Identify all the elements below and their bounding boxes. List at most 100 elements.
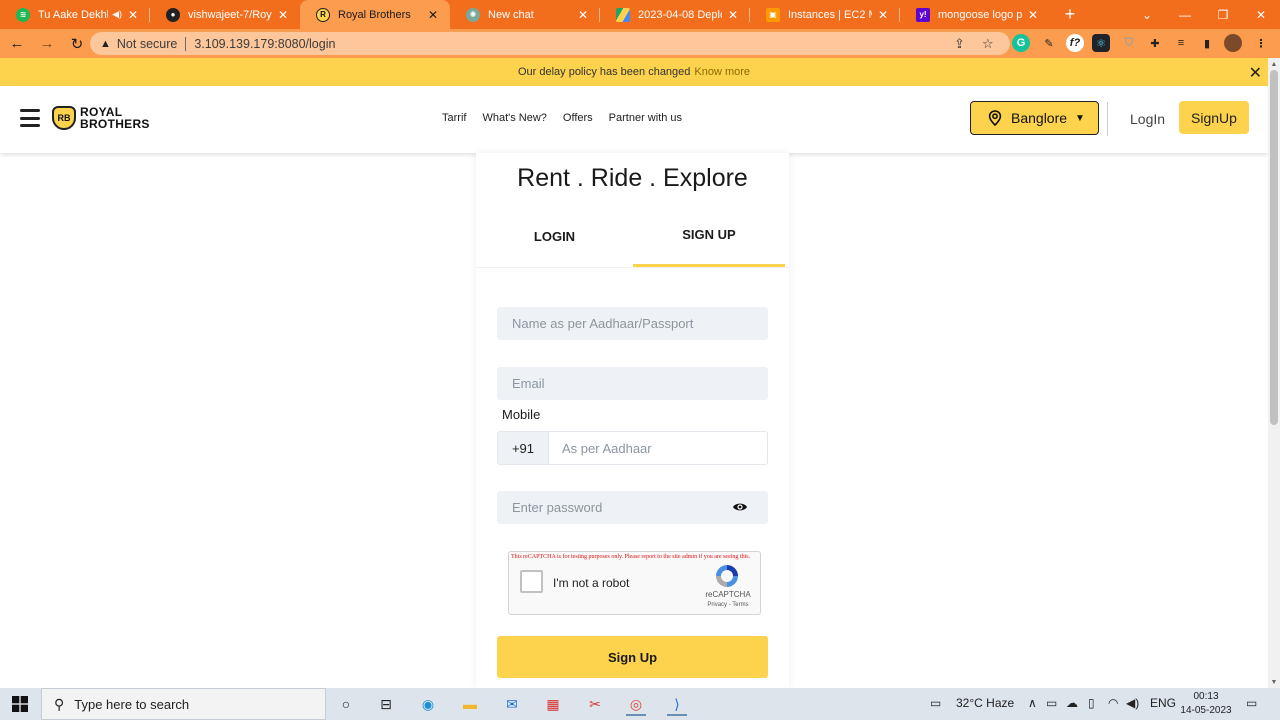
tab-title: New chat — [488, 8, 534, 21]
scroll-up-icon[interactable]: ▲ — [1268, 58, 1280, 70]
task-view-icon[interactable]: ⊟ — [374, 692, 398, 716]
bookmark-star-icon[interactable]: ☆ — [982, 36, 994, 52]
tab-signup[interactable]: SIGN UP — [633, 225, 785, 267]
snipping-tool-icon[interactable]: ✂ — [583, 692, 607, 716]
tab-title: vishwajeet-7/Royal_B — [188, 8, 272, 21]
email-input[interactable]: Email — [497, 367, 768, 400]
mail-icon[interactable]: ✉ — [500, 692, 524, 716]
nav-tarrif[interactable]: Tarrif — [442, 112, 466, 124]
side-panel-icon[interactable]: ▮ — [1198, 34, 1216, 52]
forward-icon[interactable]: → — [34, 31, 60, 57]
weather-text[interactable]: 32°C Haze — [956, 696, 1014, 710]
grammarly-icon[interactable]: G — [1012, 34, 1030, 52]
menu-kebab-icon[interactable]: ⋮ — [1252, 34, 1270, 52]
reload-icon[interactable]: ↻ — [64, 31, 90, 57]
windows-start-icon[interactable] — [12, 696, 28, 712]
back-icon[interactable]: ← — [4, 31, 30, 57]
recaptcha-terms-link[interactable]: Privacy - Terms — [697, 602, 759, 608]
cortana-icon[interactable]: ○ — [334, 692, 358, 716]
auth-card: Rent . Ride . Explore LOGIN SIGN UP Name… — [476, 153, 789, 688]
tab-login[interactable]: LOGIN — [476, 227, 633, 263]
share-icon[interactable]: ⇪ — [954, 36, 965, 52]
onedrive-icon[interactable]: ☁ — [1066, 696, 1078, 710]
tab-search-icon[interactable]: ⌄ — [1128, 0, 1166, 29]
signup-submit-button[interactable]: Sign Up — [497, 636, 768, 678]
github-icon: ● — [166, 7, 180, 22]
chevron-up-icon[interactable]: ∧ — [1028, 696, 1037, 710]
tab-yahoo[interactable]: y! mongoose logo png ✕ — [900, 0, 1050, 29]
mobile-input[interactable]: As per Aadhaar — [549, 431, 768, 465]
notification-icon[interactable]: ▭ — [1246, 696, 1257, 710]
eyedropper-icon[interactable]: ✎ — [1040, 34, 1058, 52]
city-name: Banglore — [1011, 110, 1068, 126]
nav-whats-new[interactable]: What's New? — [482, 112, 546, 124]
wifi-icon[interactable]: ◠ — [1108, 696, 1118, 710]
recaptcha-checkbox[interactable] — [520, 570, 543, 593]
tab-ec2[interactable]: ▣ Instances | EC2 Mana ✕ — [750, 0, 900, 29]
scroll-down-icon[interactable]: ▼ — [1268, 676, 1280, 688]
page-scrollbar[interactable]: ▲ ▼ — [1268, 58, 1280, 688]
close-icon[interactable]: ✕ — [876, 8, 890, 22]
site-logo[interactable]: RB ROYAL BROTHERS — [52, 106, 150, 130]
password-input[interactable]: Enter password — [497, 491, 768, 524]
extensions-puzzle-icon[interactable]: ✚ — [1146, 34, 1164, 52]
restore-icon[interactable]: ❐ — [1204, 0, 1242, 29]
royal-brothers-icon: R — [316, 7, 330, 22]
reading-list-icon[interactable]: ≡ — [1172, 34, 1190, 52]
vscode-icon[interactable]: ⟩ — [665, 692, 689, 716]
clock-date: 14-05-2023 — [1180, 705, 1232, 716]
tab-spotify[interactable]: ≋ Tu Aake Dekhle - ◀) ✕ — [0, 0, 150, 29]
city-selector[interactable]: Banglore ▼ — [970, 101, 1099, 135]
name-input[interactable]: Name as per Aadhaar/Passport — [497, 307, 768, 340]
file-explorer-icon[interactable]: ▬ — [458, 692, 482, 716]
chatgpt-icon: ✺ — [466, 7, 480, 22]
shield-icon[interactable]: ⛉ — [1120, 34, 1138, 52]
new-tab-button[interactable]: + — [1056, 0, 1084, 29]
tab-royal-brothers[interactable]: R Royal Brothers ✕ — [300, 0, 450, 29]
show-password-eye-icon[interactable] — [732, 501, 748, 513]
know-more-link[interactable]: Know more — [694, 66, 750, 78]
language-indicator[interactable]: ENG — [1150, 696, 1176, 710]
warning-icon[interactable]: ▲ — [100, 38, 111, 50]
tab-new-chat[interactable]: ✺ New chat ✕ — [450, 0, 600, 29]
tab-title: Royal Brothers — [338, 8, 411, 21]
weather-icon[interactable]: ▭ — [930, 696, 941, 710]
close-icon[interactable]: ✕ — [576, 8, 590, 22]
close-icon[interactable]: ✕ — [126, 8, 140, 22]
tab-drive[interactable]: 2023-04-08 Deployme ✕ — [600, 0, 750, 29]
recaptcha-warning: This reCAPTCHA is for testing purposes o… — [511, 554, 751, 560]
nav-partner[interactable]: Partner with us — [609, 112, 682, 124]
scroll-thumb[interactable] — [1270, 70, 1278, 425]
profile-avatar[interactable] — [1224, 34, 1242, 52]
font-finder-icon[interactable]: f? — [1066, 34, 1084, 52]
window-close-icon[interactable]: ✕ — [1242, 0, 1280, 29]
browser-toolbar: ← → ↻ ▲ Not secure 3.109.139.179:8080/lo… — [0, 29, 1280, 58]
header-login-link[interactable]: LogIn — [1130, 111, 1165, 127]
hamburger-menu-icon[interactable] — [20, 109, 40, 127]
minimize-icon[interactable]: — — [1166, 0, 1204, 29]
card-title: Rent . Ride . Explore — [517, 164, 748, 192]
close-icon[interactable]: ✕ — [426, 8, 440, 22]
device-icon[interactable]: ▯ — [1088, 696, 1095, 710]
clock[interactable]: 00:13 14-05-2023 — [1178, 690, 1234, 718]
header-signup-button[interactable]: SignUp — [1179, 101, 1249, 134]
tab-github[interactable]: ● vishwajeet-7/Royal_B ✕ — [150, 0, 300, 29]
logo-badge: RB — [52, 106, 76, 130]
close-icon[interactable]: ✕ — [276, 8, 290, 22]
mobile-placeholder: As per Aadhaar — [562, 440, 652, 456]
react-devtools-icon[interactable]: ⚛ — [1092, 34, 1110, 52]
close-icon[interactable]: ✕ — [1026, 8, 1040, 22]
nav-offers[interactable]: Offers — [563, 112, 593, 124]
gift-icon[interactable]: ▦ — [541, 692, 565, 716]
edge-icon[interactable]: ◉ — [416, 692, 440, 716]
url-text[interactable]: 3.109.139.179:8080/login — [194, 37, 335, 51]
taskbar-search[interactable]: ⚲ Type here to search — [41, 688, 326, 720]
security-status[interactable]: Not secure — [117, 37, 177, 51]
chrome-icon[interactable]: ◎ — [624, 692, 648, 716]
close-icon[interactable]: ✕ — [726, 8, 740, 22]
battery-icon[interactable]: ▭ — [1046, 696, 1057, 710]
speaker-icon[interactable]: ◀) — [112, 9, 122, 20]
close-icon[interactable]: ✕ — [1249, 63, 1262, 83]
address-bar[interactable]: ▲ Not secure 3.109.139.179:8080/login ⇪ … — [90, 32, 1010, 55]
volume-icon[interactable]: ◀) — [1126, 696, 1139, 710]
